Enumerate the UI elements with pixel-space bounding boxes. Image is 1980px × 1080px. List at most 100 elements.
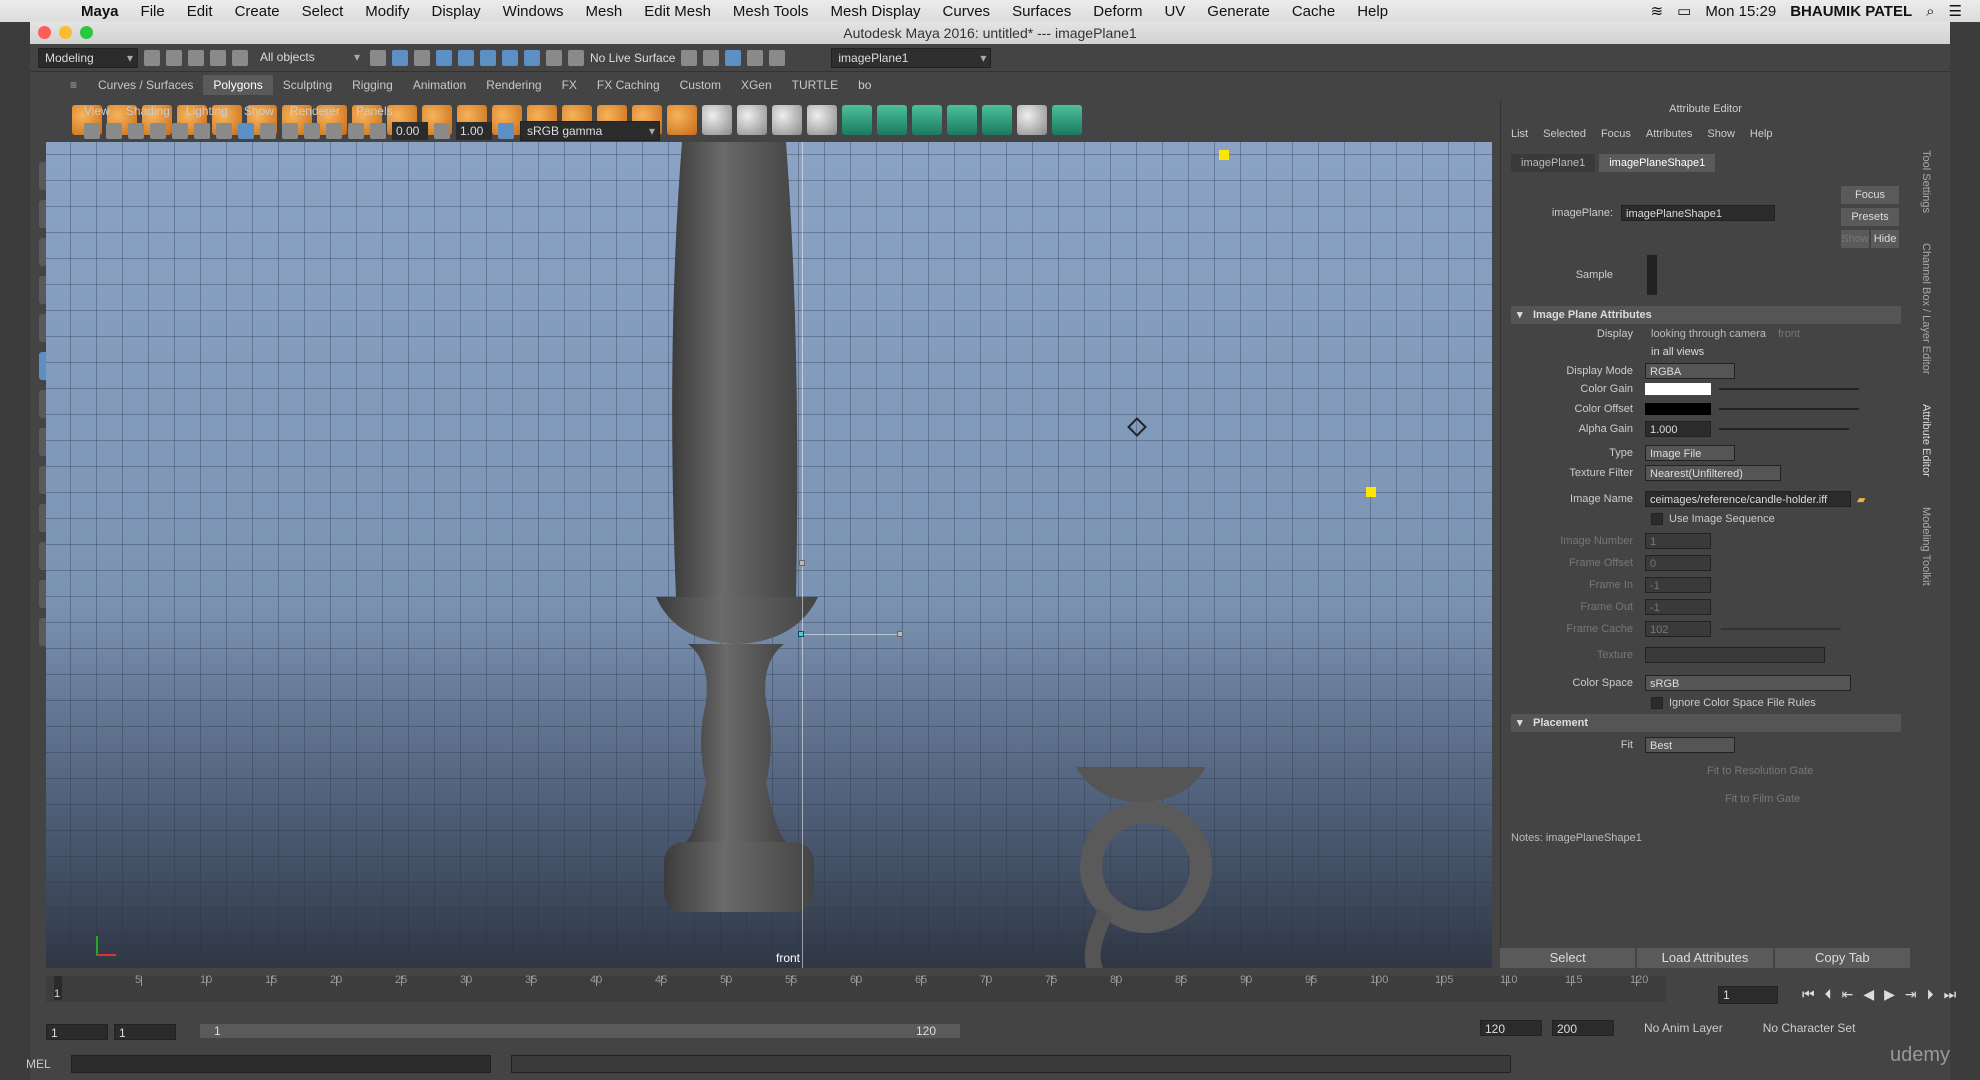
menu-mesh-tools[interactable]: Mesh Tools bbox=[722, 3, 820, 20]
list-icon[interactable]: ☰ bbox=[1949, 2, 1962, 20]
start-time-field[interactable]: 1 bbox=[46, 1024, 108, 1040]
shelf-tab-turtle[interactable]: TURTLE bbox=[782, 75, 848, 95]
bookmark-icon[interactable] bbox=[106, 123, 122, 139]
snap-grid-icon[interactable] bbox=[436, 49, 452, 66]
select-tool-icon[interactable] bbox=[370, 49, 386, 66]
color-gain-swatch[interactable] bbox=[1645, 383, 1711, 395]
menu-select[interactable]: Select bbox=[291, 3, 355, 20]
colorspace-dropdown[interactable]: sRGB gamma bbox=[520, 121, 660, 141]
undo-icon[interactable] bbox=[210, 49, 226, 66]
render-icon[interactable] bbox=[681, 49, 698, 66]
panel-menu-renderer[interactable]: Renderer bbox=[290, 104, 340, 118]
alpha-gain-field[interactable]: 1.000 bbox=[1645, 421, 1711, 437]
ae-menu-attributes[interactable]: Attributes bbox=[1646, 128, 1692, 140]
fit-resolution-gate-button[interactable]: Fit to Resolution Gate bbox=[1707, 765, 1813, 777]
texture-field[interactable] bbox=[1645, 647, 1825, 663]
new-scene-icon[interactable] bbox=[144, 49, 160, 66]
image-name-field[interactable]: ceimages/reference/candle-holder.iff bbox=[1645, 491, 1851, 507]
snap-view-icon[interactable] bbox=[502, 49, 518, 66]
side-tab-modeling-toolkit[interactable]: Modeling Toolkit bbox=[1920, 507, 1932, 586]
camera-icon[interactable] bbox=[84, 123, 100, 139]
frame-cache-slider[interactable] bbox=[1721, 628, 1841, 630]
save-scene-icon[interactable] bbox=[188, 49, 204, 66]
ae-menu-focus[interactable]: Focus bbox=[1601, 128, 1631, 140]
lights-icon[interactable] bbox=[282, 123, 298, 139]
color-space-dropdown[interactable]: sRGB bbox=[1645, 675, 1851, 691]
hide-button[interactable]: Hide bbox=[1871, 230, 1899, 248]
shelf-tab-curves[interactable]: Curves / Surfaces bbox=[88, 75, 203, 95]
shadows-icon[interactable] bbox=[304, 123, 320, 139]
anim-start-field[interactable]: 1 bbox=[114, 1024, 176, 1040]
section-placement[interactable]: Placement bbox=[1511, 714, 1901, 732]
menu-mesh-display[interactable]: Mesh Display bbox=[820, 3, 932, 20]
wifi-icon[interactable]: ≋ bbox=[1651, 2, 1664, 20]
ae-select-button[interactable]: Select bbox=[1500, 948, 1636, 968]
panel-menu-panels[interactable]: Panels bbox=[356, 104, 393, 118]
alpha-gain-slider[interactable] bbox=[1719, 428, 1849, 430]
shelf-tab-bo[interactable]: bo bbox=[848, 75, 881, 95]
menu-uv[interactable]: UV bbox=[1153, 3, 1196, 20]
minimize-icon[interactable] bbox=[59, 26, 72, 39]
play-forward-icon[interactable]: ▶ bbox=[1884, 986, 1895, 1004]
anim-layer-dropdown[interactable]: No Anim Layer bbox=[1644, 1021, 1723, 1035]
gamma-icon[interactable] bbox=[434, 123, 450, 139]
manip-handle-right[interactable] bbox=[897, 631, 903, 637]
color-offset-swatch[interactable] bbox=[1645, 403, 1711, 415]
image-number-field[interactable]: 1 bbox=[1645, 533, 1711, 549]
open-scene-icon[interactable] bbox=[166, 49, 182, 66]
panel-menu-shading[interactable]: Shading bbox=[126, 104, 170, 118]
menu-help[interactable]: Help bbox=[1346, 3, 1399, 20]
name-field[interactable]: imagePlane1 bbox=[831, 47, 992, 68]
menu-file[interactable]: File bbox=[130, 3, 176, 20]
shelf-tab-rigging[interactable]: Rigging bbox=[342, 75, 403, 95]
wireframe-icon[interactable] bbox=[216, 123, 232, 139]
shelf-tab-sculpting[interactable]: Sculpting bbox=[273, 75, 342, 95]
ae-menu-show[interactable]: Show bbox=[1707, 128, 1735, 140]
display-camera-dropdown[interactable]: front bbox=[1778, 328, 1800, 340]
ignore-rules-checkbox[interactable] bbox=[1651, 697, 1663, 709]
menu-cache[interactable]: Cache bbox=[1281, 3, 1346, 20]
menu-modify[interactable]: Modify bbox=[354, 3, 420, 20]
redo-icon[interactable] bbox=[232, 49, 248, 66]
folder-icon[interactable]: ▰ bbox=[1857, 493, 1865, 506]
xray-icon[interactable] bbox=[348, 123, 364, 139]
render-settings-icon[interactable] bbox=[725, 49, 742, 66]
frame-offset-field[interactable]: 0 bbox=[1645, 555, 1711, 571]
next-key-icon[interactable]: ⇥ bbox=[1905, 986, 1917, 1004]
exposure-field[interactable]: 0.00 bbox=[392, 122, 428, 140]
side-tab-channel-box[interactable]: Channel Box / Layer Editor bbox=[1920, 243, 1932, 374]
texture-filter-dropdown[interactable]: Nearest(Unfiltered) bbox=[1645, 465, 1781, 481]
scale-handle-top[interactable] bbox=[1219, 150, 1229, 160]
paint-select-icon[interactable] bbox=[414, 49, 430, 66]
user-name[interactable]: BHAUMIK PATEL bbox=[1790, 3, 1912, 20]
image-plane-icon[interactable] bbox=[128, 123, 144, 139]
step-back-icon[interactable]: ⏴ bbox=[1825, 986, 1832, 1004]
render-view-icon[interactable] bbox=[769, 49, 786, 66]
go-end-icon[interactable]: ⏭ bbox=[1944, 986, 1957, 1004]
panel-menu-lighting[interactable]: Lighting bbox=[186, 104, 228, 118]
side-tab-attribute-editor[interactable]: Attribute Editor bbox=[1920, 404, 1932, 477]
ae-load-attributes-button[interactable]: Load Attributes bbox=[1637, 948, 1773, 968]
snap-curve-icon[interactable] bbox=[458, 49, 474, 66]
construction-icon[interactable] bbox=[568, 49, 584, 66]
frame-in-field[interactable]: -1 bbox=[1645, 577, 1711, 593]
shelf-tab-fx-caching[interactable]: FX Caching bbox=[587, 75, 670, 95]
scale-handle-right[interactable] bbox=[1366, 487, 1376, 497]
manip-handle-top[interactable] bbox=[799, 560, 805, 566]
time-slider[interactable]: 1 5 10 15 20 25 30 35 40 45 50 55 60 65 70 75 80 85 90 95 1… bbox=[46, 974, 1666, 1002]
menu-windows[interactable]: Windows bbox=[492, 3, 575, 20]
panel-menu-show[interactable]: Show bbox=[244, 104, 274, 118]
menu-curves[interactable]: Curves bbox=[932, 3, 1002, 20]
gamma-field[interactable]: 1.00 bbox=[456, 122, 492, 140]
lasso-icon[interactable] bbox=[392, 49, 408, 66]
ae-menu-selected[interactable]: Selected bbox=[1543, 128, 1586, 140]
show-button[interactable]: Show bbox=[1841, 230, 1869, 248]
menu-edit[interactable]: Edit bbox=[176, 3, 224, 20]
range-slider[interactable]: 1 120 bbox=[200, 1024, 960, 1038]
presets-button[interactable]: Presets bbox=[1841, 208, 1899, 226]
menu-deform[interactable]: Deform bbox=[1082, 3, 1153, 20]
selection-mask-dropdown[interactable]: All objects bbox=[254, 48, 364, 68]
end-time-field[interactable]: 120 bbox=[1480, 1020, 1542, 1036]
use-sequence-checkbox[interactable] bbox=[1651, 513, 1663, 525]
ae-tab-imageplane[interactable]: imagePlane1 bbox=[1511, 154, 1596, 172]
